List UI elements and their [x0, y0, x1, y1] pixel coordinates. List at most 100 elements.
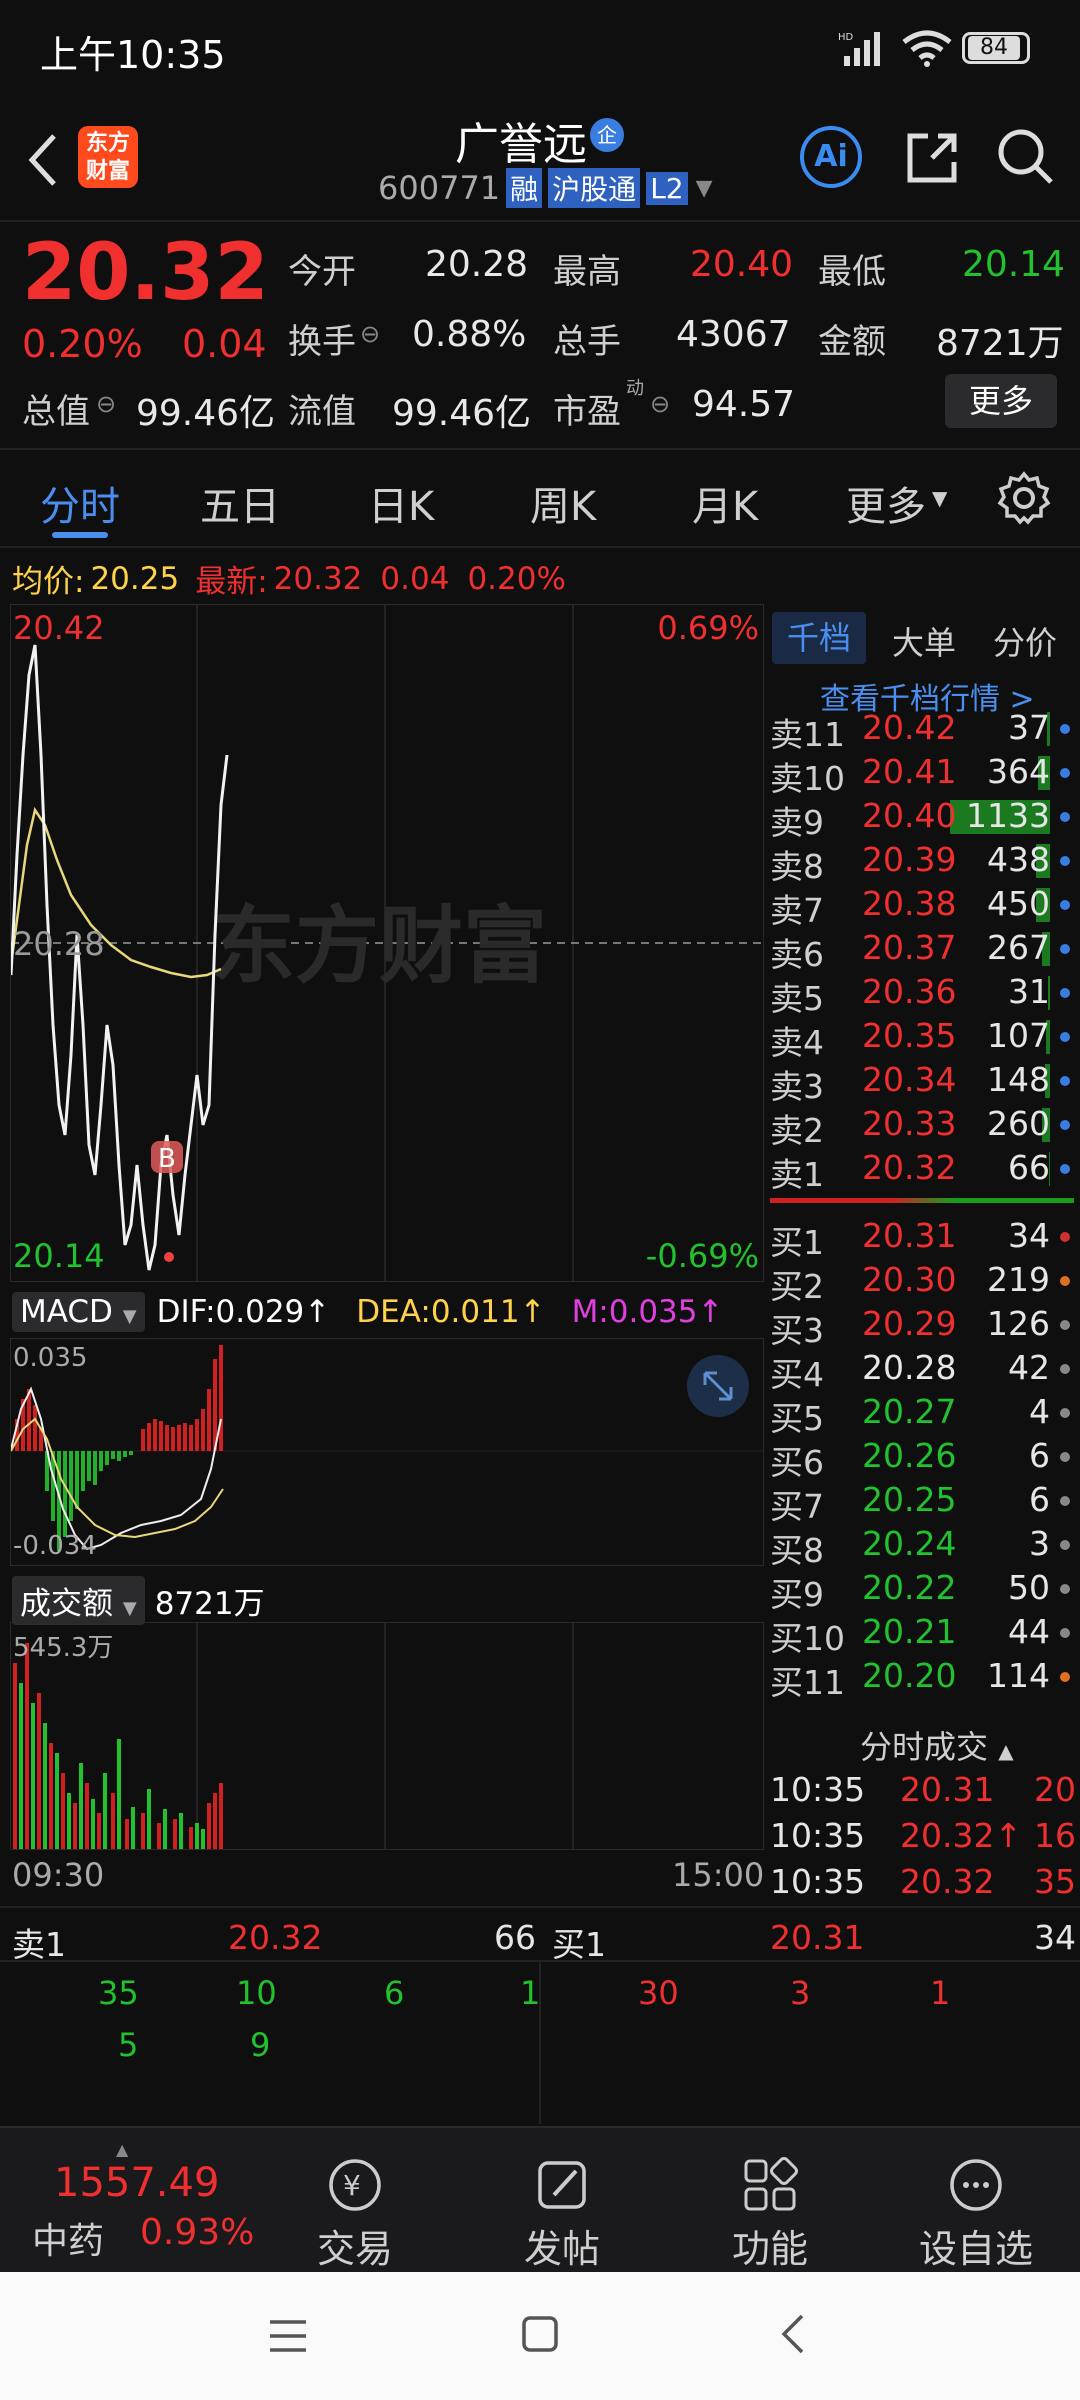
price-chart[interactable]: 东方财富 B 20.42 0.69% 20.28 20.14 -0.69% [9, 604, 764, 1282]
queue-sell-order: 5 [118, 2026, 139, 2064]
tab-intraday[interactable]: 分时 [40, 474, 120, 532]
orderbook-tab-1000[interactable]: 千档 [772, 612, 866, 664]
trades-header[interactable]: 分时成交 ▲ [860, 1722, 1014, 1768]
buy-level-row[interactable]: 买4 20.28 42 [770, 1348, 1070, 1394]
grid-icon[interactable] [740, 2155, 800, 2215]
buy-level-row[interactable]: 买2 20.30 219 [770, 1260, 1070, 1306]
back-nav-icon[interactable] [774, 2312, 814, 2356]
sell-level-row[interactable]: 卖5 20.36 31 [770, 972, 1070, 1018]
home-icon[interactable] [520, 2314, 560, 2354]
sell-level-row[interactable]: 卖11 20.42 37 [770, 708, 1070, 754]
volume-max-label: 545.3万 [13, 1633, 114, 1663]
buy-level-label: 买10 [770, 1619, 845, 1658]
gear-icon[interactable] [996, 470, 1052, 526]
trade-price: 20.32↑ [900, 1816, 1023, 1855]
buy-level-row[interactable]: 买11 20.20 114 [770, 1656, 1070, 1702]
menu-icon[interactable] [266, 2316, 310, 2356]
buy-level-row[interactable]: 买9 20.22 50 [770, 1568, 1070, 1614]
more-button[interactable]: 更多 [945, 374, 1057, 428]
edit-icon[interactable] [532, 2155, 592, 2215]
buy-level-row[interactable]: 买1 20.31 34 [770, 1216, 1070, 1262]
buy-level-volume: 3 [1029, 1524, 1050, 1563]
macd-chart[interactable]: 0.035 -0.034 [10, 1338, 764, 1566]
buy-level-price: 20.30 [862, 1260, 957, 1299]
buy-level-volume: 50 [1008, 1568, 1050, 1607]
caret-down-icon[interactable]: ▼ [696, 176, 713, 201]
buy-level-label: 买7 [770, 1487, 824, 1526]
queue-sell-order: 10 [236, 1974, 277, 2012]
tab-weekly-k[interactable]: 周K [530, 474, 596, 532]
volume-selector[interactable]: 成交额 ▼ [12, 1576, 145, 1625]
buy-level-row[interactable]: 买10 20.21 44 [770, 1612, 1070, 1658]
index-value[interactable]: 1557.49 [54, 2160, 219, 2206]
orderbook-tab-large[interactable]: 大单 [892, 618, 956, 664]
buy-level-row[interactable]: 买6 20.26 6 [770, 1436, 1070, 1482]
queue-sell-order: 35 [98, 1974, 139, 2012]
tab-more[interactable]: 更多 [846, 474, 926, 532]
signal-icon: HD [838, 30, 890, 66]
float-label: 流值 [288, 392, 356, 432]
info-icon[interactable]: ⊖ [650, 390, 670, 418]
info-icon[interactable]: ⊖ [96, 390, 116, 418]
sell-level-row[interactable]: 卖6 20.37 267 [770, 928, 1070, 974]
volume-chart[interactable]: 545.3万 [10, 1622, 764, 1850]
dif-line [10, 1386, 222, 1551]
trade-volume: 20 [1034, 1770, 1076, 1809]
tab-five-day[interactable]: 五日 [200, 474, 280, 532]
sell-level-volume: 450 [987, 884, 1050, 923]
ai-button[interactable]: Ai [800, 126, 862, 188]
more-dots-icon[interactable] [946, 2155, 1006, 2215]
sell-level-row[interactable]: 卖1 20.32 66 [770, 1148, 1070, 1194]
app-logo: 东方 财富 [78, 126, 138, 188]
sell-level-row[interactable]: 卖4 20.35 107 [770, 1016, 1070, 1062]
sell-level-volume: 364 [987, 752, 1050, 791]
float-value: 99.46亿 [392, 393, 532, 434]
tab-monthly-k[interactable]: 月K [692, 474, 758, 532]
svg-text:¥: ¥ [343, 2169, 361, 2202]
mcap-label: 总值 [22, 392, 90, 432]
index-name: 中药 [32, 2221, 105, 2262]
buy-level-price: 20.27 [862, 1392, 957, 1431]
buy-level-row[interactable]: 买8 20.24 3 [770, 1524, 1070, 1570]
trade-icon[interactable]: ¥ [325, 2155, 385, 2215]
sell-level-row[interactable]: 卖7 20.38 450 [770, 884, 1070, 930]
enterprise-badge: 企 [590, 118, 624, 152]
search-icon[interactable] [995, 126, 1055, 186]
expand-icon[interactable] [687, 1355, 749, 1417]
buy-level-row[interactable]: 买7 20.25 6 [770, 1480, 1070, 1526]
trade-time: 10:35 [770, 1816, 866, 1855]
orderbook-tab-price[interactable]: 分价 [993, 618, 1057, 664]
turnover-label: 换手 [288, 322, 356, 362]
buy-level-label: 买5 [770, 1399, 824, 1438]
sell-level-row[interactable]: 卖3 20.34 148 [770, 1060, 1070, 1106]
sell-level-row[interactable]: 卖10 20.41 364 [770, 752, 1070, 798]
sell-level-label: 卖9 [770, 803, 824, 842]
nav-add-watchlist[interactable]: 设自选 [906, 2218, 1046, 2273]
trade-volume: 16 [1034, 1816, 1076, 1855]
sell-level-row[interactable]: 卖2 20.33 260 [770, 1104, 1070, 1150]
buy-level-row[interactable]: 买3 20.29 126 [770, 1304, 1070, 1350]
nav-post[interactable]: 发帖 [492, 2218, 632, 2273]
tab-daily-k[interactable]: 日K [368, 474, 434, 532]
sell-level-volume: 438 [987, 840, 1050, 879]
back-icon[interactable] [22, 130, 62, 190]
sell-level-label: 卖11 [770, 715, 845, 754]
low-label: 最低 [818, 252, 886, 292]
level-dot [1060, 1232, 1070, 1242]
nav-functions[interactable]: 功能 [700, 2218, 840, 2273]
sell-level-row[interactable]: 卖8 20.39 438 [770, 840, 1070, 886]
macd-selector[interactable]: MACD ▼ [12, 1292, 145, 1332]
info-icon[interactable]: ⊖ [360, 320, 380, 348]
sell-level-row[interactable]: 卖9 20.40 1133 [770, 796, 1070, 842]
buy-level-row[interactable]: 买5 20.27 4 [770, 1392, 1070, 1438]
wifi-icon [900, 28, 954, 68]
macd-dif: DIF:0.029 [156, 1294, 305, 1330]
queue-buy-order: 1 [930, 1974, 951, 2012]
nav-trade[interactable]: 交易 [285, 2218, 425, 2273]
buy-level-volume: 219 [987, 1260, 1050, 1299]
pe-label: 市盈 [553, 392, 621, 432]
buy-level-price: 20.25 [862, 1480, 957, 1519]
buy-level-price: 20.31 [862, 1216, 957, 1255]
share-icon[interactable] [902, 128, 962, 188]
sell-level-price: 20.40 [862, 796, 957, 835]
